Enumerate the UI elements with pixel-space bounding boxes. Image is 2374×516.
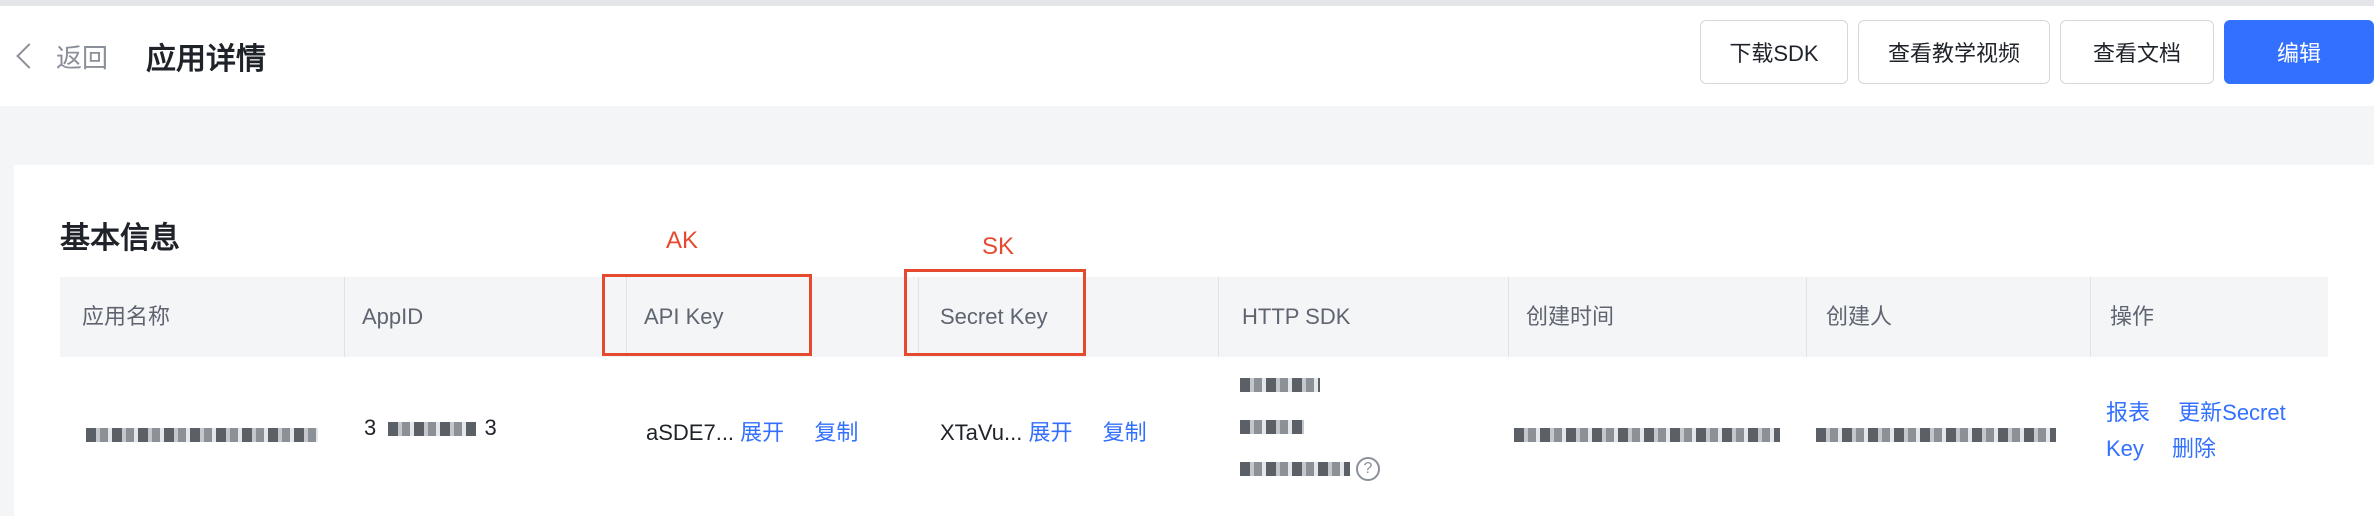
row-actions: 报表 更新Secret Key 删除 <box>2106 395 2286 467</box>
header-actions: 下载SDK 查看教学视频 查看文档 编辑 <box>1700 20 2374 84</box>
delete-link[interactable]: 删除 <box>2172 436 2216 461</box>
th-app-name: 应用名称 <box>82 304 171 329</box>
secret-key-value: XTaVu... <box>940 420 1023 445</box>
th-appid: AppID <box>362 304 424 329</box>
update-secret-link[interactable]: 更新Secret <box>2178 400 2286 425</box>
api-key-cell: aSDE7... 展开 复制 <box>646 415 858 447</box>
section-title: 基本信息 <box>60 222 180 255</box>
chevron-left-icon <box>16 43 42 69</box>
column-divider <box>1218 277 1219 357</box>
column-divider <box>344 277 345 357</box>
api-key-value: aSDE7... <box>646 420 735 445</box>
column-divider <box>1806 277 1807 357</box>
creator-redacted <box>1816 421 2056 447</box>
secret-key-expand-link[interactable]: 展开 <box>1028 420 1072 445</box>
http-sdk-redacted: ? <box>1240 371 1380 482</box>
sk-highlight-box <box>904 269 1086 356</box>
back-button[interactable]: 返回 <box>12 38 108 75</box>
th-creator: 创建人 <box>1826 304 1893 329</box>
app-id: 3 3 <box>364 415 497 441</box>
tutorial-video-button[interactable]: 查看教学视频 <box>1858 20 2050 84</box>
column-divider <box>1508 277 1509 357</box>
page-header: 返回 应用详情 下载SDK 查看教学视频 查看文档 编辑 <box>0 6 2374 106</box>
table-header: 应用名称 AppID API Key Secret Key HTTP SDK 创… <box>60 277 2328 357</box>
sk-annotation-label: SK <box>982 233 1015 260</box>
column-divider <box>2090 277 2091 357</box>
ak-annotation-label: AK <box>666 227 699 254</box>
table-row: 3 3 aSDE7... 展开 复制 XTaVu... 展开 复制 ? 报表 更… <box>60 357 2328 516</box>
help-icon[interactable]: ? <box>1356 457 1380 482</box>
view-docs-button[interactable]: 查看文档 <box>2060 20 2214 84</box>
app-id-end: 3 <box>484 415 497 440</box>
report-link[interactable]: 报表 <box>2106 400 2150 425</box>
app-name-redacted <box>86 421 318 447</box>
secret-key-cell: XTaVu... 展开 复制 <box>940 415 1147 447</box>
api-key-expand-link[interactable]: 展开 <box>740 420 784 445</box>
back-label: 返回 <box>56 42 109 73</box>
page-title: 应用详情 <box>146 43 267 76</box>
ak-highlight-box <box>602 274 812 356</box>
app-id-start: 3 <box>364 415 377 440</box>
download-sdk-button[interactable]: 下载SDK <box>1700 20 1848 84</box>
th-created-time: 创建时间 <box>1526 304 1615 329</box>
basic-info-card: 基本信息 AK SK 应用名称 AppID API Key Secret Key… <box>14 165 2374 516</box>
api-key-copy-link[interactable]: 复制 <box>814 420 858 445</box>
th-http-sdk: HTTP SDK <box>1242 304 1351 329</box>
created-time-redacted <box>1514 421 1780 447</box>
th-actions: 操作 <box>2110 304 2155 329</box>
edit-button[interactable]: 编辑 <box>2224 20 2374 84</box>
update-secret-link-cont[interactable]: Key <box>2106 436 2144 461</box>
secret-key-copy-link[interactable]: 复制 <box>1103 420 1147 445</box>
